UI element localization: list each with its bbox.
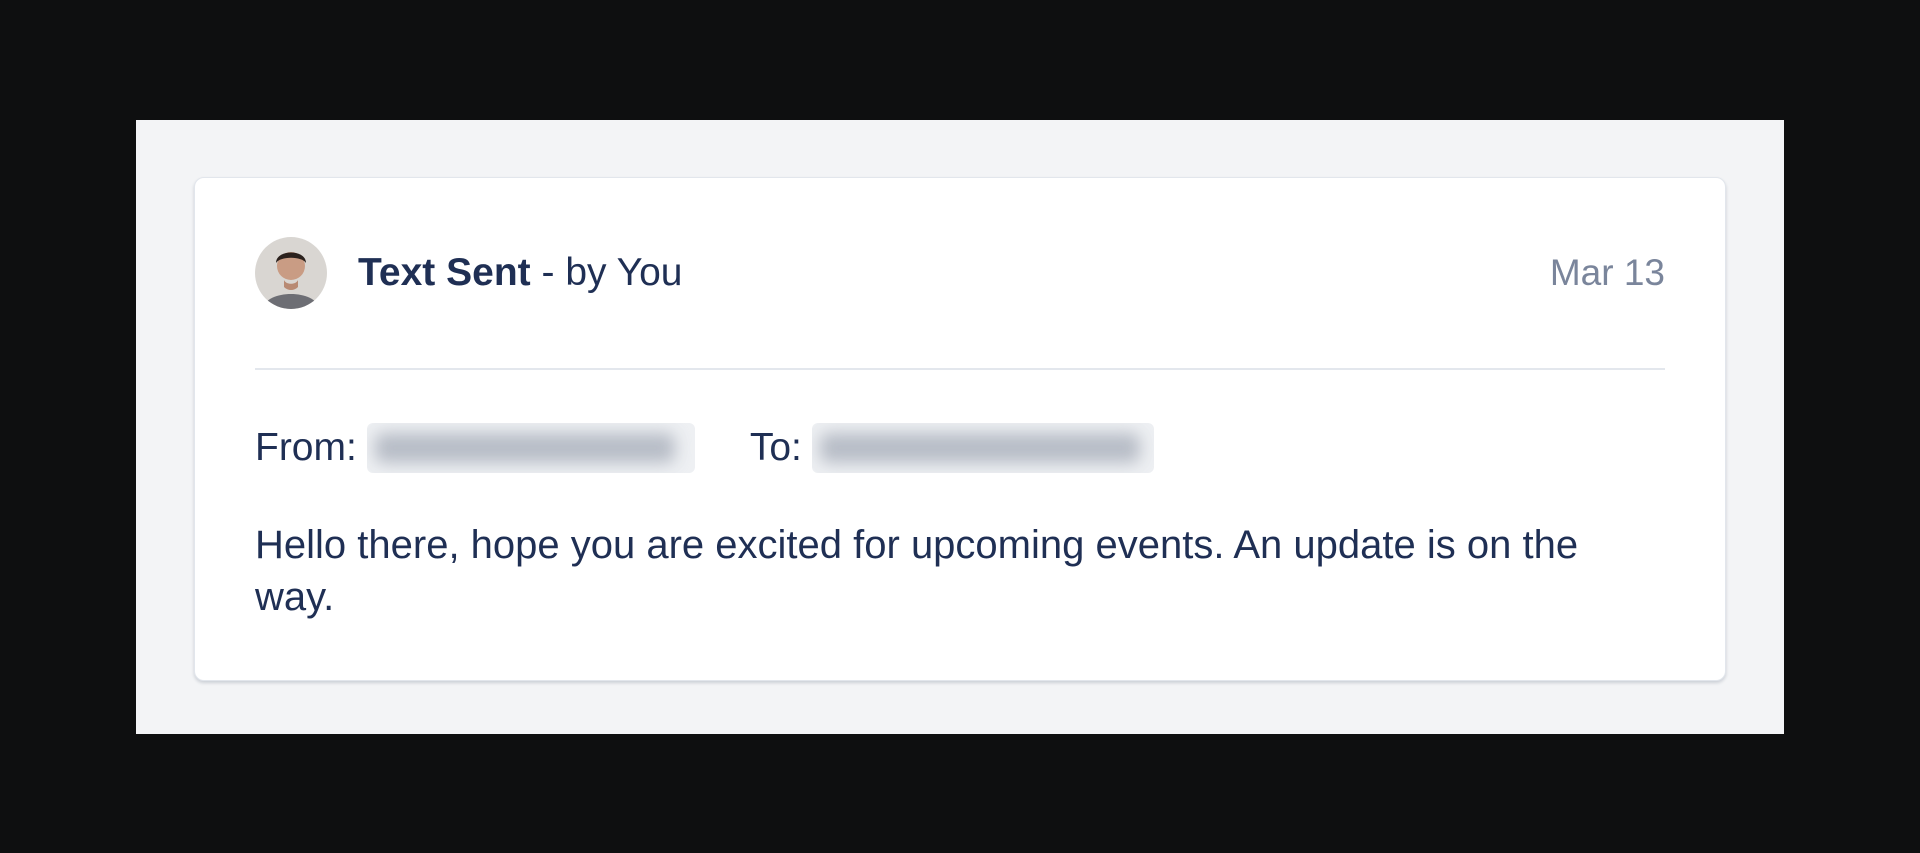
event-type: Text Sent xyxy=(358,251,531,294)
event-actor: - by You xyxy=(530,251,683,294)
message-body: Hello there, hope you are excited for up… xyxy=(255,523,1579,619)
event-date: Mar 13 xyxy=(1549,252,1665,293)
event-title: Text Sent - by You xyxy=(358,251,682,295)
avatar xyxy=(255,237,327,309)
to-number-redacted xyxy=(811,423,1154,473)
from-to-row: From: To: xyxy=(255,418,1154,478)
to-label: To: xyxy=(749,426,802,469)
card-header: Text Sent - by You Mar 13 xyxy=(255,236,1665,310)
from-number-redacted xyxy=(366,423,695,473)
from-label: From: xyxy=(255,426,357,469)
divider xyxy=(255,368,1665,370)
activity-panel: Text Sent - by You Mar 13 From: To: Hell… xyxy=(136,120,1784,734)
text-sent-card: Text Sent - by You Mar 13 From: To: Hell… xyxy=(194,177,1726,681)
